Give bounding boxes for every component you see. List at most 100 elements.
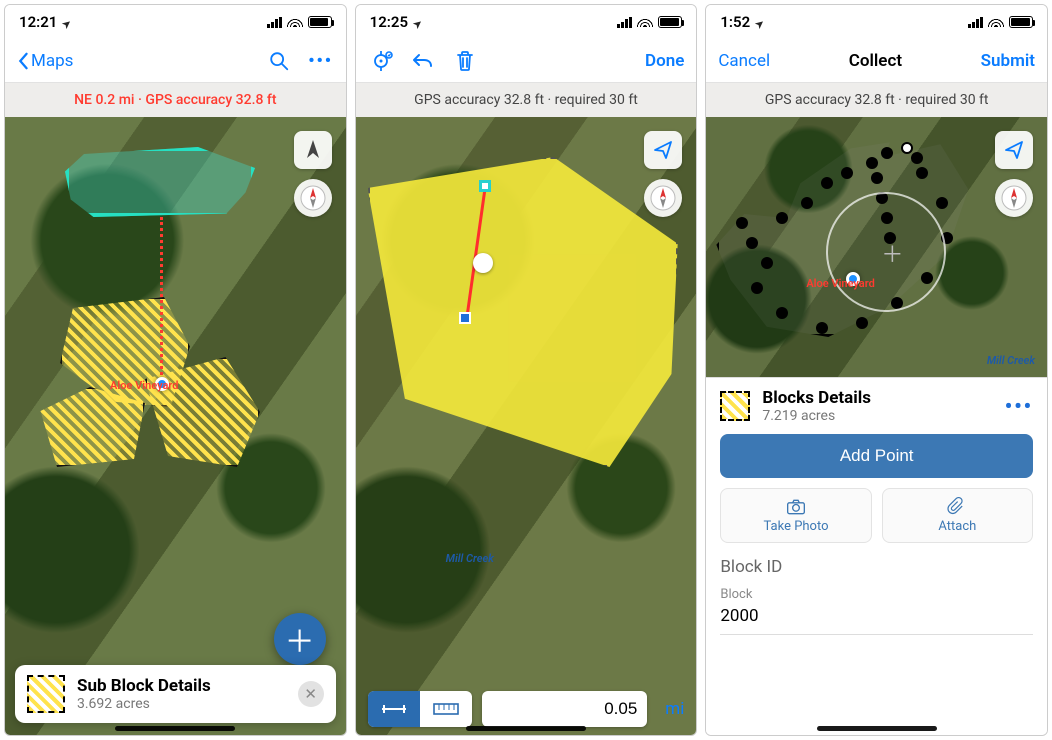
measure-toolbar: mi [356, 691, 697, 727]
attach-button[interactable]: Attach [882, 488, 1033, 543]
phone-collect-view: 1:52 Cancel Collect Submit GPS accuracy … [705, 4, 1048, 736]
gps-banner: GPS accuracy 32.8 ft · required 30 ft [356, 83, 697, 117]
plus-icon: ＋ [285, 617, 315, 661]
status-time: 12:21 [19, 13, 57, 31]
battery-icon [308, 16, 332, 28]
nav-bar: Done [356, 39, 697, 83]
map-label-creek: Mill Creek [987, 354, 1035, 367]
gps-target-button[interactable] [368, 48, 394, 74]
locate-arrow-icon [653, 140, 673, 160]
map-canvas[interactable]: Mill Creek mi [356, 117, 697, 735]
home-indicator [817, 726, 937, 731]
status-time: 1:52 [720, 13, 750, 31]
close-popup-button[interactable]: ✕ [298, 681, 324, 707]
ruler-icon [433, 700, 459, 718]
status-time: 12:25 [370, 13, 408, 31]
add-feature-button[interactable]: ＋ [274, 613, 326, 665]
distance-unit-button[interactable]: mi [665, 699, 684, 719]
map-canvas[interactable]: ＋ Aloe Vineyard Mill Creek [706, 117, 1047, 377]
map-canvas[interactable]: Aloe Vineyard ＋ Sub Block Details 3.692 … [5, 117, 346, 735]
add-point-button[interactable]: Add Point [720, 434, 1033, 478]
take-photo-label: Take Photo [764, 519, 829, 534]
gps-target-icon [369, 49, 393, 73]
location-services-icon [754, 13, 764, 31]
map-label: Aloe Vineyard [806, 277, 874, 290]
recenter-north-button[interactable] [294, 131, 332, 169]
location-services-icon [412, 13, 422, 31]
selected-polygon[interactable] [65, 147, 255, 217]
compass-icon [650, 185, 676, 211]
chevron-left-icon [17, 52, 29, 70]
home-indicator [115, 726, 235, 731]
home-indicator [466, 726, 586, 731]
submit-button[interactable]: Submit [981, 51, 1035, 71]
location-services-icon [61, 13, 71, 31]
vertex-handle[interactable] [479, 180, 491, 192]
crosshair-icon: ＋ [881, 237, 903, 269]
undo-icon [411, 51, 435, 71]
page-title: Collect [849, 51, 902, 71]
segment-measure-length[interactable] [368, 691, 420, 727]
sheet-subtitle: 7.219 acres [762, 408, 992, 424]
overflow-menu-button[interactable]: ••• [308, 48, 334, 74]
popup-title: Sub Block Details [77, 676, 286, 696]
camera-icon [786, 497, 806, 517]
field-label-block: Block [720, 587, 1033, 602]
back-maps-button[interactable]: Maps [17, 51, 73, 71]
segment-measure-area[interactable] [420, 691, 472, 727]
gps-banner: NE 0.2 mi · GPS accuracy 32.8 ft [5, 83, 346, 117]
paperclip-icon [947, 497, 967, 517]
close-icon: ✕ [304, 685, 317, 703]
field-section-header: Block ID [720, 557, 1033, 577]
measure-mode-segment [368, 691, 472, 727]
midpoint-handle[interactable] [473, 253, 493, 273]
compass-icon [1001, 185, 1027, 211]
cell-signal-icon [617, 17, 632, 28]
distance-input[interactable] [492, 699, 638, 719]
status-bar: 12:25 [356, 5, 697, 39]
wifi-icon [287, 13, 303, 31]
status-bar: 12:21 [5, 5, 346, 39]
vertex-selected-handle[interactable] [459, 312, 471, 324]
nav-bar: Cancel Collect Submit [706, 39, 1047, 83]
locate-arrow-icon [1004, 140, 1024, 160]
undo-button[interactable] [410, 48, 436, 74]
back-label: Maps [31, 51, 73, 71]
sheet-title: Blocks Details [762, 388, 992, 408]
ruler-length-icon [380, 701, 408, 717]
search-icon [268, 50, 290, 72]
locate-me-button[interactable] [995, 131, 1033, 169]
compass-button[interactable] [294, 179, 332, 217]
popup-subtitle: 3.692 acres [77, 696, 286, 712]
delete-button[interactable] [452, 48, 478, 74]
cancel-button[interactable]: Cancel [718, 51, 770, 71]
cell-signal-icon [267, 17, 282, 28]
field-value-block[interactable]: 2000 [720, 602, 1033, 635]
phone-maps-view: 12:21 Maps ••• NE 0.2 mi · GPS accuracy … [4, 4, 347, 736]
wifi-icon [988, 13, 1004, 31]
nav-bar: Maps ••• [5, 39, 346, 83]
trash-icon [455, 50, 475, 72]
distance-readout[interactable] [482, 691, 648, 727]
compass-button[interactable] [644, 179, 682, 217]
phone-edit-geometry: 12:25 Done GPS accuracy 32.8 ft · requir… [355, 4, 698, 736]
status-bar: 1:52 [706, 5, 1047, 39]
symbol-swatch [720, 391, 750, 421]
map-label: Aloe Vineyard [110, 379, 178, 392]
symbol-swatch [27, 675, 65, 713]
cell-signal-icon [968, 17, 983, 28]
done-button[interactable]: Done [645, 51, 684, 71]
locate-me-button[interactable] [644, 131, 682, 169]
compass-button[interactable] [995, 179, 1033, 217]
north-arrow-icon [304, 139, 322, 161]
search-button[interactable] [266, 48, 292, 74]
take-photo-button[interactable]: Take Photo [720, 488, 871, 543]
feature-popup[interactable]: Sub Block Details 3.692 acres ✕ [15, 665, 336, 723]
sheet-overflow-menu[interactable]: ••• [1005, 394, 1033, 418]
compass-icon [300, 185, 326, 211]
wifi-icon [637, 13, 653, 31]
direction-line [160, 217, 163, 387]
gps-banner: GPS accuracy 32.8 ft · required 30 ft [706, 83, 1047, 117]
map-label-creek: Mill Creek [446, 552, 494, 565]
battery-icon [1009, 16, 1033, 28]
